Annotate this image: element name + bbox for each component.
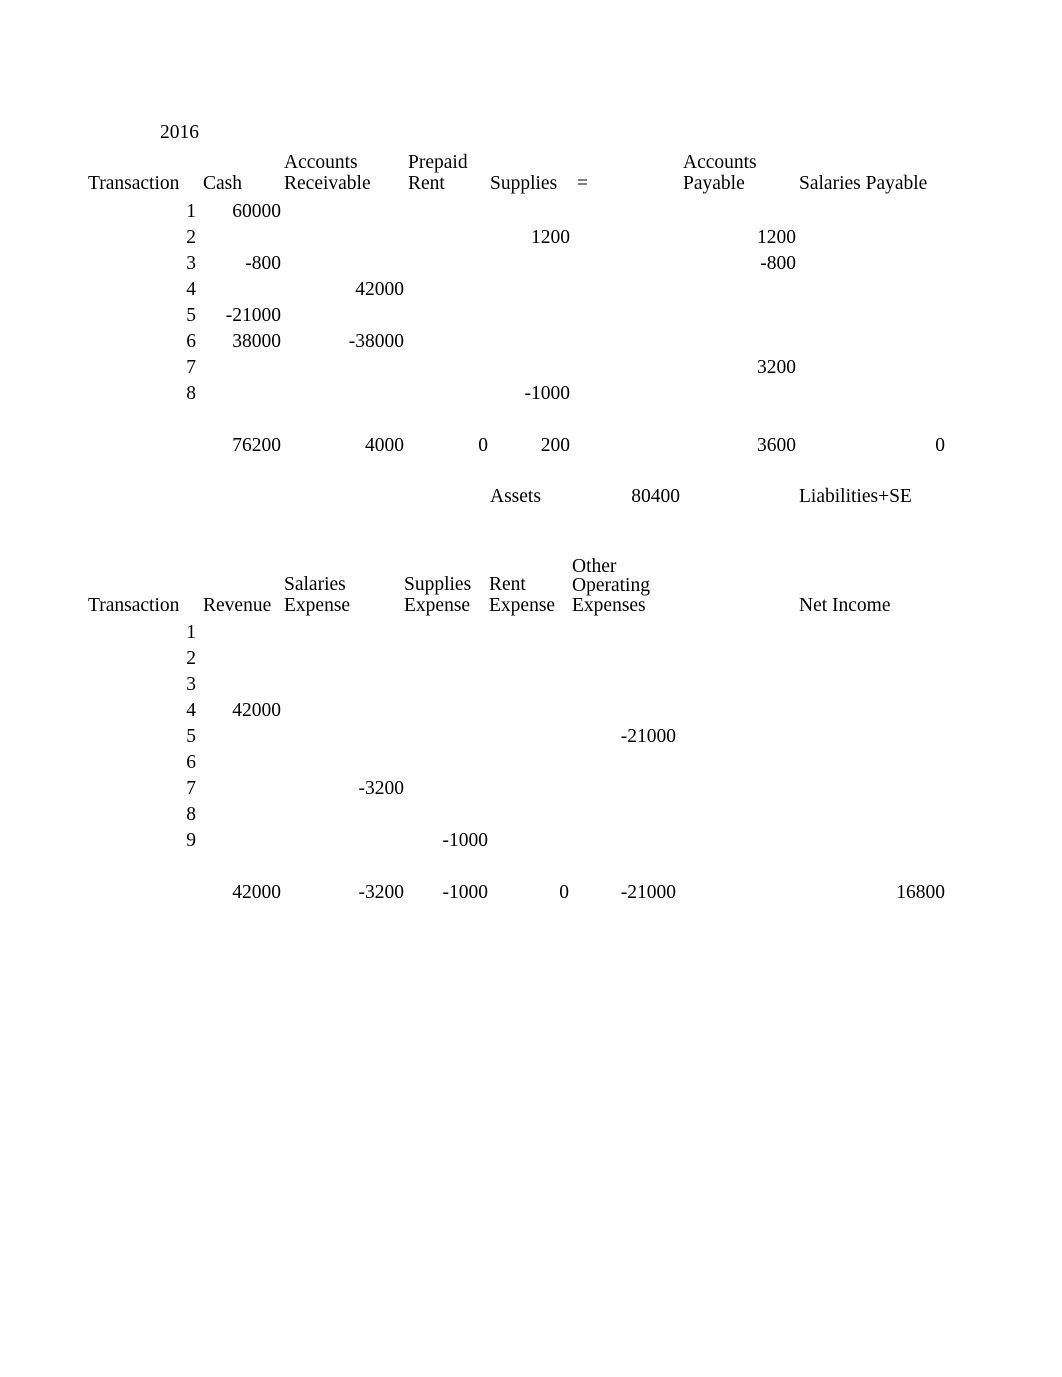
cell-cash: -21000 — [225, 305, 281, 326]
total-prepaid-rent: 0 — [478, 435, 488, 456]
cell-transaction: 1 — [186, 622, 196, 643]
total-net-income: 16800 — [896, 882, 945, 903]
header-supplies-expense-line2: Expense — [404, 595, 471, 616]
cell-salaries-expense: -3200 — [358, 778, 405, 799]
header-cash: Cash — [203, 173, 242, 194]
total-cash: 76200 — [232, 435, 281, 456]
assets-total-value: 80400 — [631, 486, 680, 507]
header-rent-expense-line1: Rent — [489, 574, 526, 595]
total-other-operating-expenses: -21000 — [620, 882, 676, 903]
total-accounts-receivable: 4000 — [365, 435, 404, 456]
header-prepaid-rent-line2: Rent — [408, 173, 445, 194]
cell-cash: -800 — [245, 253, 281, 274]
cell-transaction: 7 — [186, 357, 196, 378]
cell-supplies: 1200 — [531, 227, 570, 248]
header-transaction: Transaction — [88, 173, 180, 194]
header-revenue: Revenue — [203, 595, 272, 616]
assets-label: Assets — [490, 486, 541, 507]
header-net-income: Net Income — [799, 595, 891, 616]
header-rent-expense-line2: Expense — [489, 595, 556, 616]
total-salaries-payable: 0 — [935, 435, 945, 456]
cell-accounts-payable: -800 — [760, 253, 796, 274]
header-other-operating-line3: Expenses — [572, 595, 646, 616]
cell-transaction: 2 — [186, 648, 196, 669]
cell-transaction: 3 — [186, 674, 196, 695]
year-label: 2016 — [160, 122, 199, 143]
cell-transaction: 9 — [186, 830, 196, 851]
total-revenue: 42000 — [232, 882, 281, 903]
header-salaries-expense-line2: Expense — [284, 595, 351, 616]
total-supplies-expense: -1000 — [442, 882, 489, 903]
header-prepaid-rent-line1: Prepaid — [408, 152, 468, 173]
cell-transaction: 5 — [186, 726, 196, 747]
header-supplies: Supplies — [490, 173, 558, 194]
header-accounts-payable-line1: Accounts — [683, 152, 757, 173]
header-salaries-payable: Salaries Payable — [799, 173, 928, 194]
header-salaries-expense-line1: Salaries — [284, 574, 346, 595]
cell-supplies-expense: -1000 — [442, 830, 489, 851]
cell-accounts-payable: 3200 — [757, 357, 796, 378]
cell-accounts-receivable: -38000 — [348, 331, 404, 352]
header-other-operating-line2: Operating — [572, 575, 650, 596]
cell-transaction: 8 — [186, 804, 196, 825]
header-accounts-receivable-line2: Receivable — [284, 173, 371, 194]
header-supplies-expense-line1: Supplies — [404, 574, 472, 595]
total-rent-expense: 0 — [559, 882, 569, 903]
cell-revenue: 42000 — [232, 700, 281, 721]
total-salaries-expense: -3200 — [358, 882, 405, 903]
header-accounts-receivable-line1: Accounts — [284, 152, 358, 173]
cell-cash: 60000 — [232, 201, 281, 222]
cell-cash: 38000 — [232, 331, 281, 352]
cell-accounts-receivable: 42000 — [355, 279, 404, 300]
cell-transaction: 2 — [186, 227, 196, 248]
equals-sign: = — [577, 173, 588, 194]
cell-transaction: 8 — [186, 383, 196, 404]
cell-transaction: 6 — [186, 752, 196, 773]
cell-transaction: 7 — [186, 778, 196, 799]
cell-other-operating-expenses: -21000 — [620, 726, 676, 747]
worksheet-page: 2016 Transaction Cash Accounts Receivabl… — [0, 0, 1062, 1377]
liabilities-equity-label: Liabilities+SE — [799, 486, 912, 507]
cell-transaction: 4 — [186, 279, 196, 300]
header-accounts-payable-line2: Payable — [683, 173, 745, 194]
total-accounts-payable: 3600 — [757, 435, 796, 456]
cell-supplies: -1000 — [524, 383, 571, 404]
cell-accounts-payable: 1200 — [757, 227, 796, 248]
header-transaction: Transaction — [88, 595, 180, 616]
total-supplies: 200 — [540, 435, 570, 456]
